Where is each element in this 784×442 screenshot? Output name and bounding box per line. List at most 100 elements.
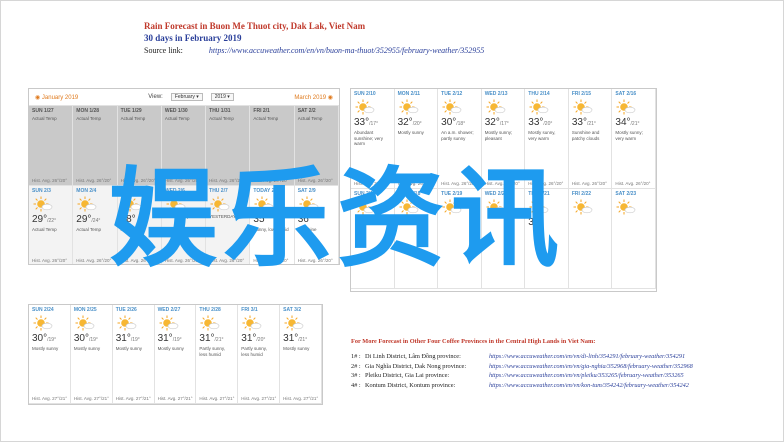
forecast-description: Actual Temp xyxy=(297,116,323,121)
day-label: SUN 2/10 xyxy=(354,91,376,97)
day-label: FRI 2/15 xyxy=(571,91,592,97)
high-temp: 31° xyxy=(157,333,173,344)
sun-icon xyxy=(284,315,304,331)
document-header: Rain Forecast in Buon Me Thuot city, Dak… xyxy=(144,21,484,55)
day-label: WED 2/27 xyxy=(157,307,181,313)
temperature: 34°/21° xyxy=(615,117,652,128)
day-label: SUN 2/3 xyxy=(32,188,51,194)
historical-average: Hist. Avg. 27°/21° xyxy=(241,396,277,401)
high-temp: 30° xyxy=(441,117,457,128)
day-label: TUE 2/12 xyxy=(441,91,463,97)
calendar-day-cell[interactable]: WED 2/27 31°/19° Mostly sunny Hist. Avg. 27… xyxy=(154,305,197,404)
low-temp: /22° xyxy=(47,218,57,224)
item-number: 4# : xyxy=(351,381,361,389)
low-temp: /19° xyxy=(88,337,98,343)
sun-icon xyxy=(33,196,53,212)
sun-icon xyxy=(616,99,636,115)
calendar-day-cell[interactable]: SAT 2/16 34°/21° Mostly sunny; very warm Hi… xyxy=(612,89,656,189)
sun-icon xyxy=(573,99,593,115)
low-temp: /20° xyxy=(543,121,553,127)
item-url[interactable]: https://www.accuweather.com/en/vn/kon-tu… xyxy=(489,382,689,389)
month-select[interactable]: February ▾ xyxy=(170,93,203,101)
calendar-day-cell[interactable]: SUN 2/3 29°/22° Actual Temp Hist. Avg. 26°/… xyxy=(29,186,74,264)
sun-icon xyxy=(573,199,593,215)
calendar-day-cell[interactable]: FRI 3/1 31°/20° Partly sunny, less humid Hi… xyxy=(238,305,281,404)
calendar-toolbar: ◉ January 2019 View: February ▾ 2019 ▾ M… xyxy=(29,89,339,106)
temperature: 33°/17° xyxy=(354,117,391,128)
high-temp: 30° xyxy=(73,333,89,344)
forecast-description: Mostly sunny xyxy=(32,346,59,351)
day-label: SAT 2/23 xyxy=(615,191,637,197)
forecast-description: Mostly sunny xyxy=(73,346,101,351)
item-label: Di Linh District, Lâm Đồng province: xyxy=(365,353,461,360)
forecast-description: Mostly sunny xyxy=(157,346,184,351)
sun-icon xyxy=(33,315,53,331)
item-label: Pleiku District, Gia Lai province: xyxy=(365,372,450,379)
source-link[interactable]: https://www.accuweather.com/en/vn/buon-m… xyxy=(209,46,484,55)
view-label: View: xyxy=(148,94,163,100)
low-temp: /21° xyxy=(586,121,596,127)
calendar-day-cell[interactable]: SUN 1/27 Actual Temp Hist. Avg. 26°/20° xyxy=(29,106,74,186)
calendar-day-cell[interactable]: FRI 2/22 xyxy=(568,189,613,289)
sun-icon xyxy=(616,199,636,215)
high-temp: 32° xyxy=(484,117,500,128)
forecast-description: Actual Temp xyxy=(76,116,101,121)
temperature: 33°/21° xyxy=(572,117,609,128)
day-label: THU 2/28 xyxy=(199,307,221,313)
sun-icon xyxy=(529,99,549,115)
document-page: Rain Forecast in Buon Me Thuot city, Dak… xyxy=(0,0,784,442)
more-forecast-notes: For More Forecast in Other Four Coffee P… xyxy=(351,338,693,391)
temperature: 32°/17° xyxy=(485,117,522,128)
calendar-day-cell[interactable]: TUE 2/26 31°/19° Mostly sunny Hist. Avg. 27… xyxy=(112,305,155,404)
sun-icon xyxy=(486,99,506,115)
page-title: Rain Forecast in Buon Me Thuot city, Dak… xyxy=(144,21,366,31)
calendar-day-cell[interactable]: THU 2/28 31°/21° Partly sunny, less humid H… xyxy=(196,305,239,404)
source-line: Source link: https://www.accuweather.com… xyxy=(144,46,484,55)
day-label: MON 2/4 xyxy=(76,188,97,194)
high-temp: 33° xyxy=(354,117,370,128)
sun-icon xyxy=(442,99,462,115)
forecast-description: Partly sunny, less humid xyxy=(199,346,226,357)
low-temp: /21° xyxy=(630,121,640,127)
prev-month-link[interactable]: ◉ January 2019 xyxy=(35,94,78,101)
sun-icon xyxy=(399,99,418,115)
forecast-description: An a.m. shower; partly sunny xyxy=(441,130,474,141)
item-url[interactable]: https://www.accuweather.com/en/vn/gia-ng… xyxy=(489,363,693,370)
item-url[interactable]: https://www.accuweather.com/en/vn/di-lin… xyxy=(489,353,685,360)
day-label: FRI 3/1 xyxy=(241,307,258,313)
historical-average: Hist. Avg. 26°/20° xyxy=(76,258,112,263)
temperature: 30°/19° xyxy=(74,333,109,344)
calendar-day-cell[interactable]: MON 2/25 30°/19° Mostly sunny Hist. Avg. 27… xyxy=(70,305,113,404)
calendar-day-cell[interactable]: FRI 2/15 33°/21° Sunshine and patchy cloud… xyxy=(568,89,613,189)
next-month-link[interactable]: March 2019 ◉ xyxy=(294,94,333,101)
forecast-description: Mostly sunny, very warm xyxy=(528,130,556,141)
temperature: 30°/19° xyxy=(32,333,67,344)
day-label: SUN 1/27 xyxy=(32,108,54,114)
day-label: SAT 3/2 xyxy=(283,307,302,313)
item-number: 1# : xyxy=(351,353,361,360)
calendar-day-cell[interactable]: SAT 3/2 31°/21° Mostly sunny Hist. Avg. 27°… xyxy=(280,305,322,404)
historical-average: Hist. Avg. 26°/20° xyxy=(615,181,651,186)
forecast-description: Partly sunny, less humid xyxy=(241,346,267,357)
calendar-day-cell[interactable]: SUN 2/24 30°/19° Mostly sunny Hist. Avg. 27… xyxy=(29,305,71,404)
low-temp: /21° xyxy=(298,337,308,343)
year-select[interactable]: 2019 ▾ xyxy=(210,93,234,101)
forecast-description: Mostly sunny xyxy=(115,346,142,351)
high-temp: 30° xyxy=(32,333,48,344)
calendar-day-cell[interactable]: SAT 2/23 xyxy=(612,189,656,289)
day-label: WED 1/30 xyxy=(164,108,188,114)
forecast-description: Sunshine and patchy clouds xyxy=(571,130,600,141)
forecast-description: Abundant sunshine; very warm xyxy=(354,130,384,146)
sun-icon xyxy=(200,315,220,331)
forecast-description: Actual Temp xyxy=(209,116,234,121)
historical-average: Hist. Avg. 26°/20° xyxy=(76,178,112,183)
forecast-description: Mostly sunny; very warm xyxy=(615,130,643,141)
forecast-description: Actual Temp xyxy=(164,116,190,121)
forecast-description: Mostly sunny; pleasant xyxy=(484,130,513,141)
temperature: 31°/21° xyxy=(283,333,318,344)
temperature: 32°/20° xyxy=(398,117,435,128)
temperature: 30°/18° xyxy=(441,117,478,128)
low-temp: /18° xyxy=(456,121,466,127)
historical-average: Hist. Avg. 27°/21° xyxy=(115,396,151,401)
item-url[interactable]: https://www.accuweather.com/en/vn/pleiku… xyxy=(489,372,684,379)
